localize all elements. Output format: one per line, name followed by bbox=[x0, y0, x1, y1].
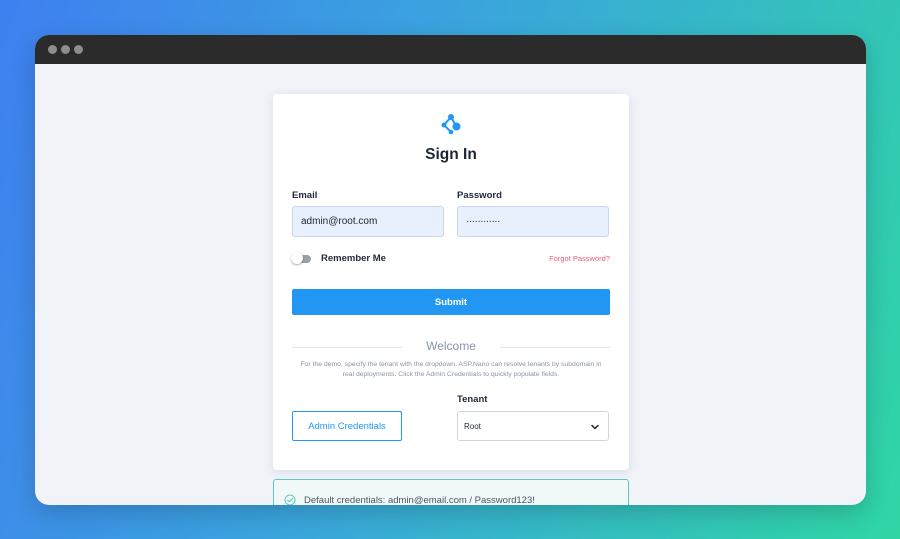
submit-button[interactable]: Submit bbox=[292, 289, 610, 315]
window-control-dot[interactable] bbox=[74, 45, 83, 54]
browser-window: Sign In Email admin@root.com Password ··… bbox=[35, 35, 866, 505]
password-field[interactable]: ············ bbox=[457, 206, 609, 237]
password-value: ············ bbox=[466, 216, 500, 227]
window-control-dot[interactable] bbox=[48, 45, 57, 54]
tenant-select[interactable]: Root bbox=[457, 411, 609, 441]
email-label: Email bbox=[292, 190, 318, 201]
welcome-heading: Welcome bbox=[426, 339, 476, 353]
network-nodes-icon bbox=[441, 114, 461, 135]
forgot-password-link[interactable]: Forgot Password? bbox=[549, 254, 610, 263]
window-control-dot[interactable] bbox=[61, 45, 70, 54]
welcome-description: For the demo, specify the tenant with th… bbox=[300, 361, 602, 378]
alert-message: Default credentials: admin@email.com / P… bbox=[304, 495, 535, 505]
tenant-label: Tenant bbox=[457, 394, 488, 405]
email-value: admin@root.com bbox=[301, 216, 378, 227]
email-field[interactable]: admin@root.com bbox=[292, 206, 444, 237]
remember-me-label: Remember Me bbox=[321, 253, 386, 264]
toggle-knob bbox=[291, 252, 303, 264]
page-title: Sign In bbox=[425, 146, 477, 163]
admin-credentials-button[interactable]: Admin Credentials bbox=[292, 411, 402, 441]
remember-me-toggle[interactable] bbox=[291, 252, 313, 264]
chevron-down-icon bbox=[591, 424, 599, 430]
window-titlebar bbox=[35, 35, 866, 64]
default-credentials-alert: Default credentials: admin@email.com / P… bbox=[273, 479, 629, 505]
tenant-selected-value: Root bbox=[464, 421, 481, 431]
sign-in-card: Sign In Email admin@root.com Password ··… bbox=[273, 94, 629, 470]
password-label: Password bbox=[457, 190, 502, 201]
check-circle-icon bbox=[284, 494, 296, 505]
page-content: Sign In Email admin@root.com Password ··… bbox=[35, 64, 866, 505]
